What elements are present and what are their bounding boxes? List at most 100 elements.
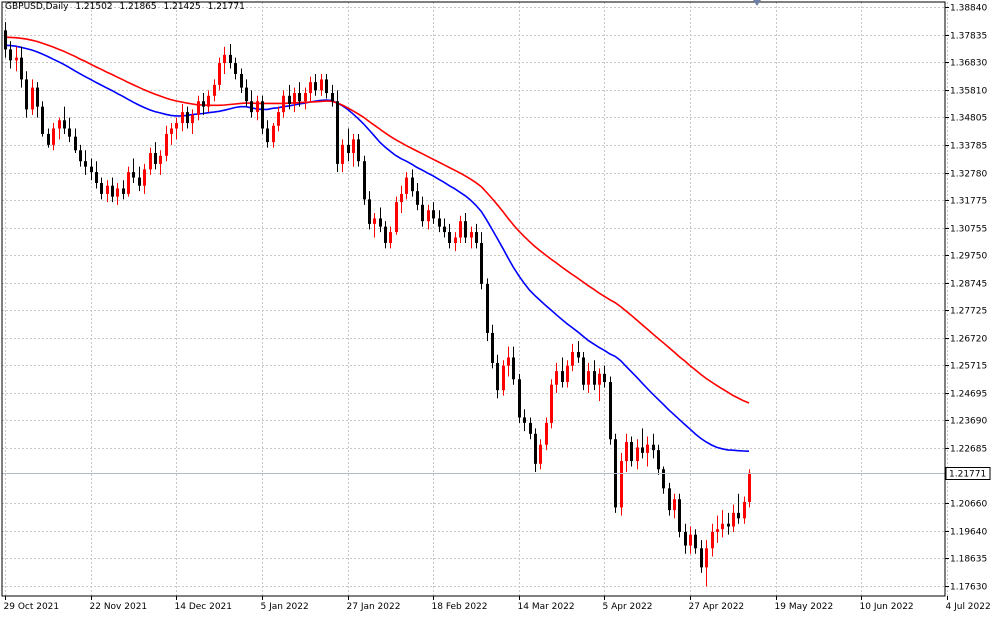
candle-body bbox=[95, 172, 98, 184]
candle-body bbox=[555, 371, 558, 385]
candle-body bbox=[272, 125, 275, 143]
candle-body bbox=[111, 185, 114, 197]
candle-body bbox=[389, 232, 392, 243]
candle-body bbox=[689, 534, 692, 546]
close-value: 1.21771 bbox=[207, 2, 245, 12]
candle-body bbox=[539, 444, 542, 464]
candle-body bbox=[320, 79, 323, 91]
candle-body bbox=[256, 101, 259, 113]
candlestick-chart[interactable]: 1.21771 1.38840 1.37835 1.36830 1.35810 1.34… bbox=[0, 0, 991, 614]
candle-body bbox=[331, 93, 334, 102]
candle-body bbox=[748, 472, 751, 502]
y-tick-label: 1.28745 bbox=[950, 280, 987, 290]
candle-body bbox=[277, 112, 280, 126]
candle-body bbox=[304, 93, 307, 102]
candle-body bbox=[636, 447, 639, 462]
candle-body bbox=[100, 183, 103, 194]
y-tick-label: 1.25715 bbox=[950, 362, 987, 372]
candle-body bbox=[186, 112, 189, 124]
candle-body bbox=[229, 54, 232, 64]
y-tick-label: 1.17630 bbox=[950, 583, 987, 593]
candle-body bbox=[282, 95, 285, 113]
candle-body bbox=[609, 382, 612, 440]
candle-body bbox=[480, 242, 483, 284]
candle-body bbox=[138, 177, 141, 186]
candle-body bbox=[732, 512, 735, 527]
candle-body bbox=[678, 499, 681, 532]
candle bbox=[486, 278, 489, 342]
candle-body bbox=[357, 139, 360, 162]
candle-body bbox=[175, 123, 178, 129]
candle-body bbox=[207, 95, 210, 107]
candle-body bbox=[737, 512, 740, 519]
candle-body bbox=[352, 139, 355, 154]
candle bbox=[748, 469, 751, 508]
candle-body bbox=[438, 218, 441, 227]
chart-window[interactable]: 1.21771 1.38840 1.37835 1.36830 1.35810 1.34… bbox=[0, 0, 991, 614]
high-value: 1.21865 bbox=[119, 2, 157, 12]
candle-body bbox=[373, 218, 376, 224]
candle-body bbox=[266, 128, 269, 143]
candle-body bbox=[470, 232, 473, 238]
candle-body bbox=[165, 133, 168, 156]
candle-body bbox=[502, 365, 505, 391]
candle-body bbox=[571, 352, 574, 366]
candle-body bbox=[561, 371, 564, 383]
candle-body bbox=[9, 49, 12, 61]
y-tick-label: 1.34805 bbox=[950, 114, 987, 124]
candle-body bbox=[411, 177, 414, 192]
candle-body bbox=[550, 384, 553, 423]
symbol-info-label: GBPUSD,Daily 1.21502 1.21865 1.21425 1.2… bbox=[5, 2, 249, 12]
candle-body bbox=[518, 379, 521, 418]
candle bbox=[609, 376, 612, 445]
candle-body bbox=[143, 169, 146, 186]
candle-body bbox=[58, 120, 61, 129]
x-tick-label: 10 Jun 2022 bbox=[860, 602, 914, 612]
candle-body bbox=[90, 166, 93, 173]
x-tick-label: 19 May 2022 bbox=[775, 602, 834, 612]
x-tick-label: 14 Dec 2021 bbox=[175, 602, 233, 612]
candle-body bbox=[116, 188, 119, 197]
candle-body bbox=[694, 534, 697, 549]
candle-body bbox=[475, 232, 478, 243]
candle-body bbox=[598, 373, 601, 385]
candle-body bbox=[721, 523, 724, 530]
candle-body bbox=[620, 461, 623, 508]
candle-body bbox=[288, 95, 291, 104]
candle-body bbox=[652, 444, 655, 451]
x-tick-label: 22 Nov 2021 bbox=[90, 602, 148, 612]
candle-body bbox=[668, 488, 671, 511]
candle-body bbox=[743, 501, 746, 519]
candle-body bbox=[218, 63, 221, 85]
candle bbox=[395, 196, 398, 235]
candle-body bbox=[512, 357, 515, 380]
candle-body bbox=[293, 93, 296, 104]
candle-body bbox=[261, 101, 264, 129]
candle-body bbox=[325, 79, 328, 94]
candle-body bbox=[630, 441, 633, 462]
candle-body bbox=[127, 172, 130, 194]
y-tick-label: 1.36830 bbox=[950, 59, 987, 69]
candle-body bbox=[603, 373, 606, 383]
candle-body bbox=[202, 101, 205, 107]
candle-body bbox=[52, 128, 55, 145]
candle-body bbox=[245, 87, 248, 102]
candle-body bbox=[727, 523, 730, 527]
candle-body bbox=[363, 161, 366, 200]
y-tick-label: 1.32780 bbox=[950, 170, 987, 180]
candle-body bbox=[41, 106, 44, 134]
y-tick-label: 1.22685 bbox=[950, 445, 987, 455]
candle-body bbox=[159, 155, 162, 164]
candle-body bbox=[223, 54, 226, 64]
candle-body bbox=[132, 172, 135, 178]
open-value: 1.21502 bbox=[75, 2, 113, 12]
y-tick-label: 1.23690 bbox=[950, 417, 987, 427]
candle-body bbox=[341, 144, 344, 164]
y-tick-label: 1.33785 bbox=[950, 142, 987, 152]
candle-body bbox=[36, 87, 39, 107]
candle-body bbox=[416, 191, 419, 205]
candle-body bbox=[587, 371, 590, 385]
candle bbox=[336, 90, 339, 173]
candle bbox=[363, 155, 366, 205]
candle-body bbox=[25, 79, 28, 110]
